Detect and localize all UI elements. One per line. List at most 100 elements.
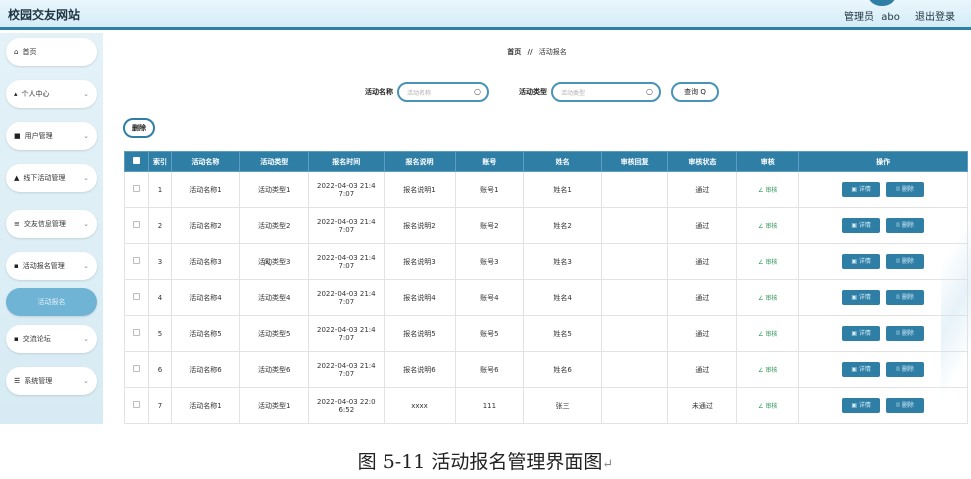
query-group: 查询 Q bbox=[671, 82, 719, 102]
audit-link[interactable]: ∠ 审核 bbox=[758, 403, 777, 410]
sidebar-item-8[interactable]: ☰ 系统管理 ⌄ bbox=[6, 367, 97, 395]
audit-cell: ∠ 审核 bbox=[736, 243, 800, 280]
logout-link[interactable]: 退出登录 bbox=[915, 12, 955, 23]
table-row: 7 活动名称1 活动类型1 2022-04-03 22:0 6:52 xxxx 111 张三未… bbox=[123, 387, 968, 424]
row-delete-button[interactable]: ⌷ 删除 bbox=[886, 182, 925, 197]
actions-cell: ▣ 详情 ⌷ 删除 bbox=[798, 279, 968, 316]
audit-link[interactable]: ∠ 审核 bbox=[758, 223, 777, 230]
detail-button[interactable]: ▣ 详情 bbox=[842, 290, 881, 305]
row-checkbox[interactable] bbox=[133, 329, 141, 336]
activity-name-cell: 活动名称1 bbox=[170, 171, 241, 208]
batch-delete-button[interactable]: 删除 bbox=[123, 118, 155, 138]
audit-cell: ∠ 审核 bbox=[736, 387, 800, 424]
audit-link[interactable]: ∠ 审核 bbox=[758, 331, 777, 338]
row-delete-button[interactable]: ⌷ 删除 bbox=[886, 326, 925, 341]
person-name-cell: 姓名5 bbox=[523, 315, 602, 352]
person-name-cell: 姓名6 bbox=[523, 351, 602, 388]
avatar[interactable] bbox=[869, 0, 895, 6]
activity-type-input[interactable]: 活动类型 ○ bbox=[551, 82, 661, 102]
row-checkbox[interactable] bbox=[133, 185, 141, 192]
activity-name-input[interactable]: 活动名称 ○ bbox=[397, 82, 489, 102]
audit-reply-cell bbox=[600, 279, 669, 316]
row-checkbox[interactable] bbox=[133, 221, 141, 228]
app-window: 校园交友网站 管理员 abo 退出登录 ⌂ 首页 ▴ 个人中心 ⌄ ■ 用户管理 ⌄ ▲ 线下活动… bbox=[0, 0, 971, 479]
audit-link[interactable]: ∠ 审核 bbox=[758, 367, 777, 374]
activity-name-label: 活动名称 bbox=[365, 88, 393, 96]
table-row: 2 活动名称2 活动类型2 2022-04-03 21:4 7:07 报名说明2 账号2 姓名… bbox=[123, 207, 968, 244]
query-button[interactable]: 查询 Q bbox=[671, 82, 719, 102]
row-select-cell[interactable] bbox=[123, 351, 150, 388]
row-checkbox[interactable] bbox=[133, 257, 141, 264]
row-delete-button[interactable]: ⌷ 删除 bbox=[886, 398, 925, 413]
signup-time-cell: 2022-04-03 21:4 7:07 bbox=[308, 351, 385, 388]
row-select-cell[interactable] bbox=[123, 387, 150, 424]
site-title: 校园交友网站 bbox=[8, 8, 81, 22]
signup-time-cell: 2022-04-03 21:4 7:07 bbox=[308, 207, 385, 244]
audit-status-cell: 通过 bbox=[667, 243, 738, 280]
audit-link[interactable]: ∠ 审核 bbox=[758, 259, 777, 266]
sidebar-item-2[interactable]: ■ 用户管理 ⌄ bbox=[6, 122, 97, 150]
select-all-cell[interactable] bbox=[123, 151, 150, 172]
select-all-checkbox[interactable] bbox=[133, 157, 141, 164]
sidebar-item-3[interactable]: ▲ 线下活动管理 ⌄ bbox=[6, 164, 97, 192]
account-cell: 账号5 bbox=[454, 315, 525, 352]
main-content: 首页 // 活动报名 活动名称 活动名称 ○ 活动类型 活动类型 ○ 查询 Q … bbox=[103, 33, 971, 424]
sidebar-item-label: 活动报名 bbox=[37, 298, 66, 306]
row-select-cell[interactable] bbox=[123, 171, 150, 208]
column-header: 审核 bbox=[736, 151, 800, 172]
search-name-group: 活动名称 活动名称 ○ bbox=[365, 82, 489, 102]
registration-table: 索引 活动名称 活动类型 报名时间 报名说明 账号 姓名 审核回复 审核状态 审核 操作 1 活动名称… bbox=[123, 151, 968, 424]
audit-status-cell: 通过 bbox=[667, 207, 738, 244]
sidebar-item-7[interactable]: ▪ 交流论坛 ⌄ bbox=[6, 325, 97, 353]
activity-name-cell: 活动名称6 bbox=[170, 351, 241, 388]
detail-button[interactable]: ▣ 详情 bbox=[842, 254, 881, 269]
detail-button[interactable]: ▣ 详情 bbox=[842, 398, 881, 413]
activity-name-cell: 活动名称1 bbox=[170, 387, 241, 424]
row-select-cell[interactable] bbox=[123, 279, 150, 316]
list-icon: ≡ bbox=[14, 220, 20, 228]
row-select-cell[interactable] bbox=[123, 243, 150, 280]
activity-type-label: 活动类型 bbox=[519, 88, 547, 96]
sidebar-item-label: 活动报名管理 bbox=[22, 262, 65, 270]
account-cell: 账号1 bbox=[454, 171, 525, 208]
signup-time-cell: 2022-04-03 22:0 6:52 bbox=[308, 387, 385, 424]
detail-button[interactable]: ▣ 详情 bbox=[842, 218, 881, 233]
sidebar-item-1[interactable]: ▴ 个人中心 ⌄ bbox=[6, 80, 97, 108]
signup-time-cell: 2022-04-03 21:4 7:07 bbox=[308, 243, 385, 280]
table-header-row: 索引 活动名称 活动类型 报名时间 报名说明 账号 姓名 审核回复 审核状态 审核 操作 bbox=[123, 151, 968, 172]
home-icon: ⌂ bbox=[14, 48, 19, 56]
row-delete-button[interactable]: ⌷ 删除 bbox=[886, 362, 925, 377]
activity-name-cell: 活动名称4 bbox=[170, 279, 241, 316]
row-delete-button[interactable]: ⌷ 删除 bbox=[886, 218, 925, 233]
sidebar-item-5[interactable]: ▪ 活动报名管理 ⌄ bbox=[6, 252, 97, 280]
breadcrumb-home[interactable]: 首页 bbox=[507, 48, 521, 56]
sidebar-item-6[interactable]: 活动报名 bbox=[6, 288, 97, 316]
account-cell: 账号4 bbox=[454, 279, 525, 316]
sidebar-item-4[interactable]: ≡ 交友信息管理 ⌄ bbox=[6, 210, 97, 238]
column-header: 活动名称 bbox=[170, 151, 241, 172]
actions-cell: ▣ 详情 ⌷ 删除 bbox=[798, 207, 968, 244]
row-checkbox[interactable] bbox=[133, 401, 141, 408]
audit-link[interactable]: ∠ 审核 bbox=[758, 187, 777, 194]
sidebar-item-label: 个人中心 bbox=[21, 90, 50, 98]
signup-time-line: 2022-04-03 21:4 bbox=[316, 289, 376, 298]
row-delete-button[interactable]: ⌷ 删除 bbox=[886, 290, 925, 305]
sidebar-item-0[interactable]: ⌂ 首页 bbox=[6, 38, 97, 66]
row-select-cell[interactable] bbox=[123, 207, 150, 244]
activity-type-cell: 活动类型1 bbox=[239, 387, 310, 424]
row-select-cell[interactable] bbox=[123, 315, 150, 352]
row-delete-button[interactable]: ⌷ 删除 bbox=[886, 254, 925, 269]
audit-link[interactable]: ∠ 审核 bbox=[758, 295, 777, 302]
detail-button[interactable]: ▣ 详情 bbox=[842, 326, 881, 341]
column-header: 姓名 bbox=[523, 151, 602, 172]
activity-name-cell: 活动名称2 bbox=[170, 207, 241, 244]
row-checkbox[interactable] bbox=[133, 293, 141, 300]
audit-reply-cell bbox=[600, 387, 669, 424]
audit-status-cell: 通过 bbox=[667, 279, 738, 316]
search-type-group: 活动类型 活动类型 ○ bbox=[519, 82, 661, 102]
detail-button[interactable]: ▣ 详情 bbox=[842, 362, 881, 377]
signup-note-cell: 报名说明5 bbox=[383, 315, 456, 352]
detail-button[interactable]: ▣ 详情 bbox=[842, 182, 881, 197]
row-checkbox[interactable] bbox=[133, 365, 141, 372]
column-header: 审核回复 bbox=[600, 151, 669, 172]
